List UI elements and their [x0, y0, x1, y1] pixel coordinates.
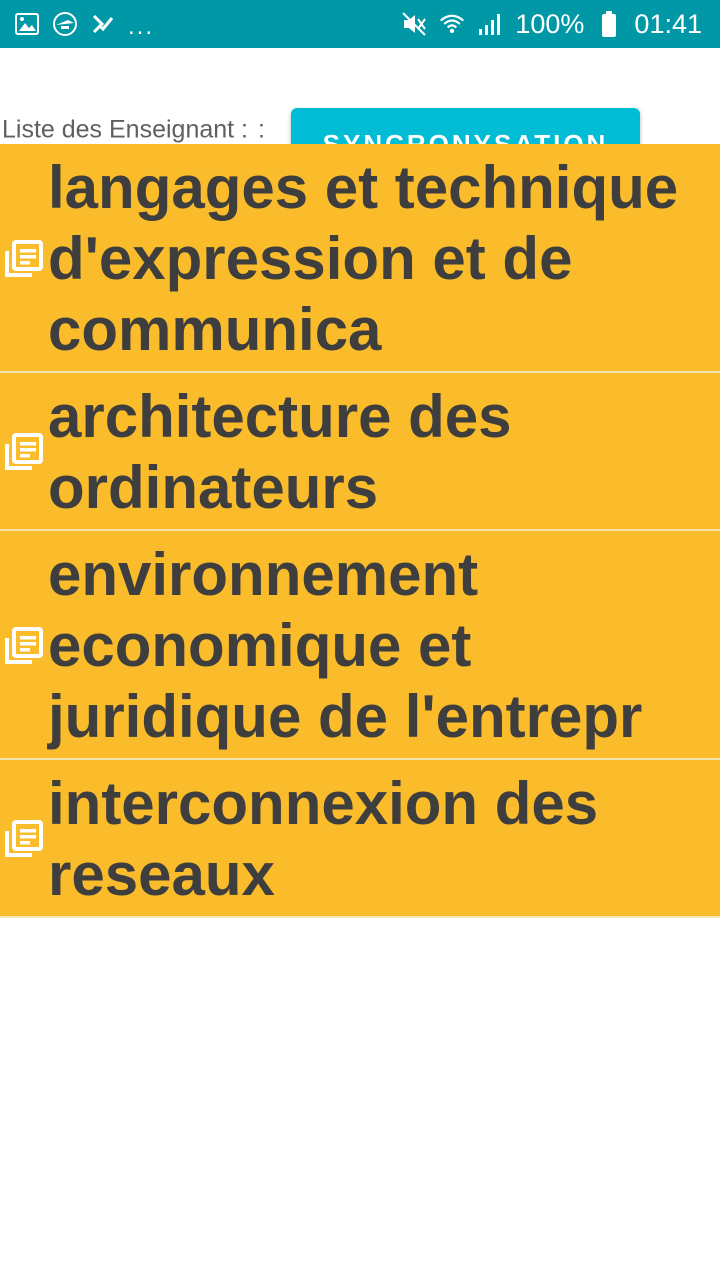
image-icon	[14, 11, 40, 37]
list-item[interactable]: architecture des ordinateurs	[0, 373, 720, 531]
course-list: langages et technique d'expression et de…	[0, 144, 720, 918]
status-bar-left: ...	[14, 9, 154, 39]
battery-percent: 100%	[515, 8, 585, 39]
course-title: interconnexion des reseaux	[48, 770, 599, 908]
mute-icon	[401, 11, 427, 37]
course-title: architecture des ordinateurs	[48, 383, 512, 521]
library-books-icon	[0, 239, 48, 279]
teacher-list-label-text: Liste des Enseignant :	[2, 115, 248, 144]
header: Liste des Enseignant :: SYNCRONYSATION	[0, 48, 720, 180]
check-icon	[90, 11, 116, 37]
more-notifications: ...	[128, 13, 155, 40]
course-title: environnement economique et juridique de…	[48, 541, 643, 750]
app-icon	[52, 11, 78, 37]
library-books-icon	[0, 626, 48, 666]
teacher-list-label: Liste des Enseignant ::	[2, 116, 265, 145]
list-item[interactable]: interconnexion des reseaux	[0, 760, 720, 918]
status-bar-right: 100% 01:41	[401, 9, 702, 40]
battery-icon	[596, 11, 622, 37]
library-books-icon	[0, 432, 48, 472]
list-item[interactable]: langages et technique d'expression et de…	[0, 144, 720, 373]
signal-icon	[477, 11, 503, 37]
library-books-icon	[0, 819, 48, 859]
status-bar: ... 100% 01:41	[0, 0, 720, 48]
wifi-icon	[439, 11, 465, 37]
list-item[interactable]: environnement economique et juridique de…	[0, 531, 720, 760]
clock: 01:41	[634, 8, 702, 39]
teacher-list-label-suffix: :	[258, 115, 265, 144]
course-title: langages et technique d'expression et de…	[48, 154, 679, 363]
